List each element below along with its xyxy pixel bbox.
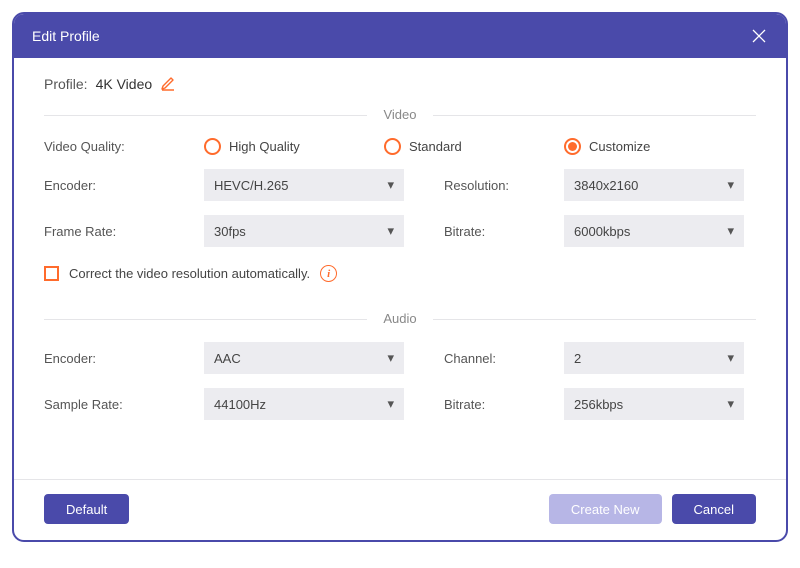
audio-encoder-label: Encoder:: [44, 351, 204, 366]
cancel-button[interactable]: Cancel: [672, 494, 756, 524]
video-encoder-label: Encoder:: [44, 178, 204, 193]
video-framerate-select[interactable]: 30fps ▾: [204, 215, 404, 247]
radio-text: High Quality: [229, 139, 300, 154]
chevron-down-icon: ▾: [727, 396, 734, 412]
chevron-down-icon: ▾: [387, 177, 394, 193]
select-value: 6000kbps: [574, 224, 630, 239]
edit-profile-dialog: Edit Profile Profile: 4K Video Video Vid…: [12, 12, 788, 542]
video-resolution-select[interactable]: 3840x2160 ▾: [564, 169, 744, 201]
audio-settings-grid: Encoder: AAC ▾ Channel: 2 ▾ Sample Rate:…: [44, 342, 756, 420]
video-bitrate-label: Bitrate:: [444, 224, 564, 239]
radio-icon: [564, 138, 581, 155]
audio-section-label: Audio: [367, 311, 432, 326]
radio-icon: [204, 138, 221, 155]
audio-samplerate-select[interactable]: 44100Hz ▾: [204, 388, 404, 420]
audio-section-divider: Audio: [44, 310, 756, 328]
footer: Default Create New Cancel: [14, 479, 786, 540]
chevron-down-icon: ▾: [387, 223, 394, 239]
correct-resolution-checkbox[interactable]: [44, 266, 59, 281]
select-value: AAC: [214, 351, 241, 366]
audio-samplerate-label: Sample Rate:: [44, 397, 204, 412]
create-new-button[interactable]: Create New: [549, 494, 662, 524]
radio-icon: [384, 138, 401, 155]
audio-encoder-select[interactable]: AAC ▾: [204, 342, 404, 374]
radio-text: Customize: [589, 139, 650, 154]
select-value: 2: [574, 351, 581, 366]
select-value: HEVC/H.265: [214, 178, 288, 193]
radio-text: Standard: [409, 139, 462, 154]
select-value: 30fps: [214, 224, 246, 239]
content-area: Profile: 4K Video Video Video Quality: H…: [14, 58, 786, 479]
dialog-title: Edit Profile: [32, 28, 100, 44]
correct-resolution-row: Correct the video resolution automatical…: [44, 265, 756, 282]
chevron-down-icon: ▾: [387, 396, 394, 412]
chevron-down-icon: ▾: [727, 177, 734, 193]
profile-label: Profile:: [44, 76, 88, 92]
video-bitrate-select[interactable]: 6000kbps ▾: [564, 215, 744, 247]
audio-channel-select[interactable]: 2 ▾: [564, 342, 744, 374]
select-value: 3840x2160: [574, 178, 638, 193]
chevron-down-icon: ▾: [727, 223, 734, 239]
video-resolution-label: Resolution:: [444, 178, 564, 193]
video-framerate-label: Frame Rate:: [44, 224, 204, 239]
audio-bitrate-select[interactable]: 256kbps ▾: [564, 388, 744, 420]
video-encoder-select[interactable]: HEVC/H.265 ▾: [204, 169, 404, 201]
video-section-divider: Video: [44, 106, 756, 124]
video-settings-grid: Encoder: HEVC/H.265 ▾ Resolution: 3840x2…: [44, 169, 756, 247]
video-quality-standard-radio[interactable]: Standard: [384, 138, 564, 155]
profile-row: Profile: 4K Video: [44, 76, 756, 98]
default-button[interactable]: Default: [44, 494, 129, 524]
video-quality-row: Video Quality: High Quality Standard Cus…: [44, 138, 756, 155]
video-section-label: Video: [367, 107, 432, 122]
titlebar: Edit Profile: [14, 14, 786, 58]
correct-resolution-label: Correct the video resolution automatical…: [69, 266, 310, 281]
select-value: 256kbps: [574, 397, 623, 412]
chevron-down-icon: ▾: [727, 350, 734, 366]
video-quality-customize-radio[interactable]: Customize: [564, 138, 744, 155]
close-icon[interactable]: [750, 27, 768, 45]
audio-channel-label: Channel:: [444, 351, 564, 366]
chevron-down-icon: ▾: [387, 350, 394, 366]
info-icon[interactable]: i: [320, 265, 337, 282]
video-quality-high-radio[interactable]: High Quality: [204, 138, 384, 155]
audio-bitrate-label: Bitrate:: [444, 397, 564, 412]
select-value: 44100Hz: [214, 397, 266, 412]
edit-icon[interactable]: [160, 76, 176, 92]
profile-value: 4K Video: [96, 76, 153, 92]
video-quality-label: Video Quality:: [44, 139, 204, 154]
